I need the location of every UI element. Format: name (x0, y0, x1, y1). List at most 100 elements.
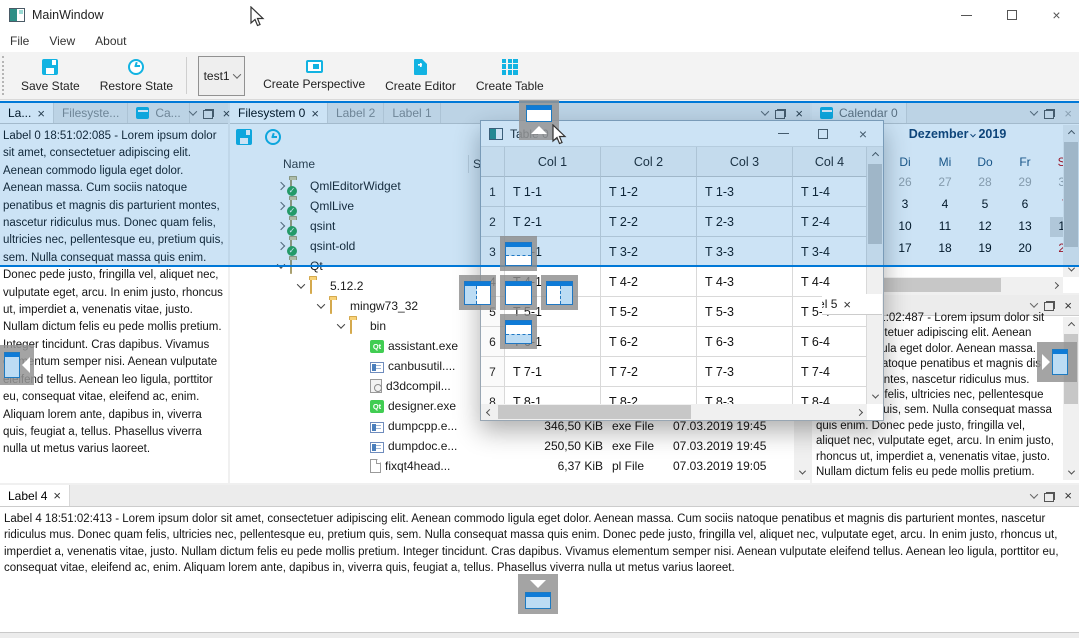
collapse-icon[interactable] (337, 320, 345, 328)
table-cell[interactable]: T 5-3 (697, 297, 793, 327)
create-perspective-button[interactable]: Create Perspective (253, 52, 375, 99)
close-panel-icon[interactable]: × (1064, 489, 1072, 502)
file-date: 07.03.2019 19:45 (673, 439, 766, 453)
table-row: 8T 8-1T 8-2T 8-3T 8-4 (481, 387, 867, 405)
tab-label4[interactable]: Label 4 × (0, 485, 70, 506)
collapse-icon[interactable] (317, 300, 325, 308)
scroll-down-icon[interactable] (867, 388, 883, 404)
file-size: 250,50 KiB (463, 439, 603, 453)
create-editor-button[interactable]: Create Editor (375, 52, 466, 99)
restore-icon (128, 59, 144, 75)
tree-item-label: dumpcpp.e... (388, 419, 457, 433)
file-type: exe File (612, 419, 654, 433)
file-type: exe File (612, 439, 654, 453)
table-cell[interactable]: T 6-3 (697, 327, 793, 357)
panel-menu-icon[interactable] (1030, 490, 1038, 498)
tree-item-label: 5.12.2 (330, 279, 363, 293)
window-bottom-border (0, 632, 1079, 638)
table-cell[interactable]: T 8-1 (505, 387, 601, 405)
menu-bar: FileViewAbout (0, 30, 1079, 52)
create-perspective-label: Create Perspective (263, 77, 365, 91)
tree-item-label: assistant.exe (388, 339, 458, 353)
panel-menu-icon[interactable] (1030, 299, 1038, 307)
tree-item-dumpdoc-e-[interactable]: dumpdoc.e...250,50 KiBexe File07.03.2019… (230, 436, 794, 456)
tab-close-icon[interactable]: × (843, 298, 851, 311)
menu-file[interactable]: File (0, 31, 39, 51)
scroll-right-icon[interactable] (851, 404, 867, 420)
tree-item-label: canbusutil.... (388, 359, 455, 373)
table-icon (502, 59, 518, 75)
float-panel-icon[interactable] (1046, 492, 1055, 500)
minimize-icon (961, 15, 972, 16)
table-row-number[interactable]: 8 (481, 387, 505, 405)
create-table-label: Create Table (476, 79, 544, 93)
dock-indicator-center[interactable] (500, 275, 537, 310)
scroll-down-icon[interactable] (794, 464, 810, 480)
dock-edge-indicator-left[interactable] (0, 345, 34, 385)
perspective-dropdown[interactable]: test1 (198, 56, 245, 96)
create-table-button[interactable]: Create Table (466, 52, 554, 99)
tab-label5-fragment[interactable]: Label 5 × (822, 294, 882, 315)
table-cell[interactable]: T 7-4 (793, 357, 867, 387)
restore-state-label: Restore State (100, 79, 173, 93)
perspective-icon (306, 60, 323, 73)
menu-about[interactable]: About (85, 31, 136, 51)
dock-indicator-bottom[interactable] (500, 314, 537, 349)
table-hscrollbar[interactable] (481, 404, 867, 420)
collapse-icon[interactable] (297, 280, 305, 288)
scroll-left-icon[interactable] (481, 404, 497, 420)
menu-view[interactable]: View (39, 31, 85, 51)
close-panel-icon[interactable]: × (1064, 299, 1072, 312)
table-cell[interactable]: T 7-2 (601, 357, 697, 387)
title-bar: MainWindow × (0, 0, 1079, 30)
window-title: MainWindow (32, 8, 104, 22)
close-icon: × (1052, 8, 1060, 22)
editor-icon (414, 59, 427, 75)
dock-indicator-left[interactable] (459, 275, 496, 310)
save-state-label: Save State (21, 79, 80, 93)
save-state-button[interactable]: Save State (11, 52, 90, 99)
table-hscroll-thumb[interactable] (498, 405, 691, 419)
scroll-right-icon[interactable] (1047, 277, 1063, 293)
app-icon (9, 8, 25, 22)
tree-item-label: fixqt4head... (385, 459, 450, 473)
table-cell[interactable]: T 4-3 (697, 267, 793, 297)
toolbar-grip[interactable] (2, 56, 9, 95)
table-cell[interactable]: T 4-2 (601, 267, 697, 297)
tree-item-label: d3dcompil... (386, 379, 451, 393)
minimize-button[interactable] (944, 0, 989, 30)
float-panel-icon[interactable] (1046, 301, 1055, 309)
table-row-number[interactable]: 7 (481, 357, 505, 387)
tree-item-label: bin (370, 319, 386, 333)
table-row: 5T 5-1T 5-2T 5-3T 5-4 (481, 297, 867, 327)
table-cell[interactable]: T 4-4 (793, 267, 867, 297)
table-cell[interactable]: T 5-2 (601, 297, 697, 327)
maximize-icon (1007, 10, 1017, 20)
main-window: MainWindow × FileViewAbout Save State Re… (0, 0, 1079, 638)
create-editor-label: Create Editor (385, 79, 456, 93)
mouse-cursor (250, 6, 266, 28)
dock-edge-indicator-bottom[interactable] (518, 574, 558, 614)
dock-indicator-top[interactable] (500, 236, 537, 271)
table-cell[interactable]: T 6-4 (793, 327, 867, 357)
scroll-up-icon[interactable] (1063, 317, 1079, 333)
dock-edge-indicator-right[interactable] (1037, 342, 1077, 382)
table-cell[interactable]: T 8-4 (793, 387, 867, 405)
dock-indicator-right[interactable] (541, 275, 578, 310)
table-cell[interactable]: T 8-2 (601, 387, 697, 405)
tree-item-label: designer.exe (388, 399, 456, 413)
tab-close-icon[interactable]: × (53, 489, 61, 502)
tree-item-fixqt4head-[interactable]: fixqt4head...6,37 KiBpl File07.03.2019 1… (230, 456, 794, 476)
chevron-down-icon (232, 70, 240, 78)
file-size: 6,37 KiB (463, 459, 603, 473)
table-row: 7T 7-1T 7-2T 7-3T 7-4 (481, 357, 867, 387)
table-cell[interactable]: T 8-3 (697, 387, 793, 405)
scroll-down-icon[interactable] (1063, 464, 1079, 480)
table-cell[interactable]: T 7-1 (505, 357, 601, 387)
table-cell[interactable]: T 7-3 (697, 357, 793, 387)
maximize-button[interactable] (989, 0, 1034, 30)
close-button[interactable]: × (1034, 0, 1079, 30)
restore-state-button[interactable]: Restore State (90, 52, 183, 99)
table-cell[interactable]: T 6-2 (601, 327, 697, 357)
file-date: 07.03.2019 19:05 (673, 459, 766, 473)
